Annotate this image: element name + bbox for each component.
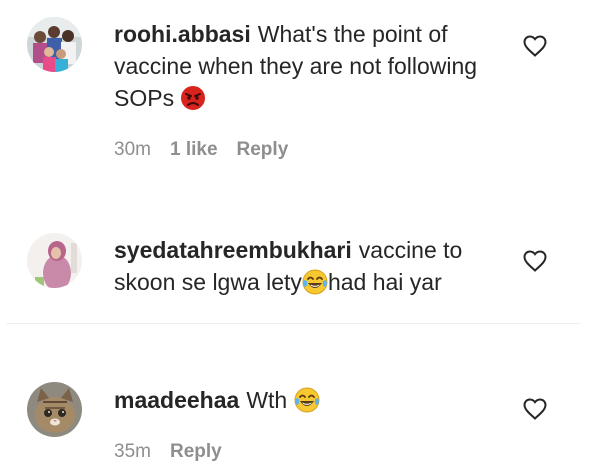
username[interactable]: syedatahreembukhari bbox=[114, 237, 352, 263]
reply-button[interactable]: Reply bbox=[170, 441, 222, 462]
username[interactable]: roohi.abbasi bbox=[114, 21, 251, 47]
likes-count[interactable]: 1 like bbox=[170, 139, 218, 160]
comment-text: syedatahreembukhari vaccine to skoon se l… bbox=[114, 234, 509, 298]
tears-of-joy-emoji-icon bbox=[294, 387, 320, 413]
reply-button[interactable]: Reply bbox=[237, 139, 289, 160]
girl-in-pink-hijab-image bbox=[27, 233, 82, 288]
comment-time: 35m bbox=[114, 441, 151, 462]
avatar[interactable] bbox=[27, 233, 82, 288]
heart-outline-icon[interactable] bbox=[522, 34, 548, 58]
family-photo-image bbox=[27, 17, 82, 72]
comment-body: Wth bbox=[246, 387, 288, 413]
comment-meta: 30m 1 like Reply bbox=[114, 138, 288, 162]
heart-outline-icon[interactable] bbox=[522, 397, 548, 421]
tears-of-joy-emoji-icon bbox=[302, 269, 328, 295]
comment-divider bbox=[6, 323, 580, 324]
heart-outline-icon[interactable] bbox=[522, 249, 548, 273]
comment-text: roohi.abbasi What's the point of vaccine … bbox=[114, 18, 509, 114]
comment-body-continued: had hai yar bbox=[327, 269, 442, 295]
comment-text: maadeehaa Wth bbox=[114, 384, 509, 416]
comment-meta: 35m Reply bbox=[114, 440, 222, 464]
avatar[interactable] bbox=[27, 382, 82, 437]
username[interactable]: maadeehaa bbox=[114, 387, 239, 413]
tabby-cat-image bbox=[27, 382, 82, 437]
angry-face-emoji-icon bbox=[181, 86, 206, 110]
avatar[interactable] bbox=[27, 17, 82, 72]
comment-time: 30m bbox=[114, 139, 151, 160]
